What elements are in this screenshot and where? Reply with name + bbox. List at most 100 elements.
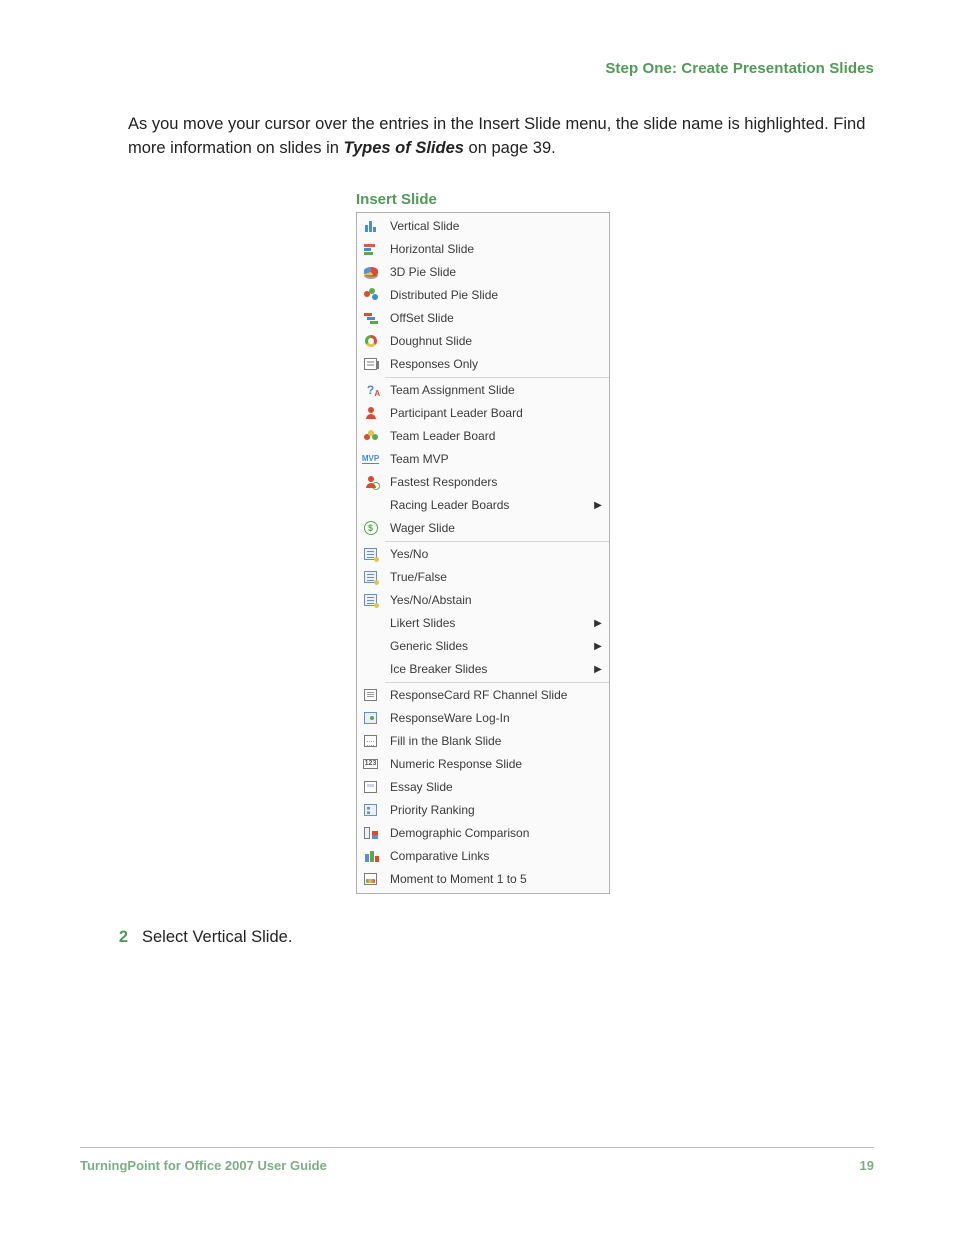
menu-item-responseware-log-in[interactable]: ResponseWare Log-In <box>357 707 609 730</box>
insert-slide-figure: Insert Slide Vertical Slide Horizontal Sl… <box>128 191 728 894</box>
submenu-arrow-icon: ▶ <box>591 641 609 652</box>
menu-item-true-false[interactable]: True/False <box>357 566 609 589</box>
menu-item-moment-to-moment-1-to-5[interactable]: Moment to Moment 1 to 5 <box>357 868 609 891</box>
essay-icon <box>357 781 384 793</box>
document-page: Step One: Create Presentation Slides As … <box>0 0 954 1235</box>
menu-item-label: Essay Slide <box>384 780 609 794</box>
menu-item-label: Team Assignment Slide <box>384 383 609 397</box>
login-icon <box>357 712 384 724</box>
menu-item-label: Team MVP <box>384 452 609 466</box>
menu-item-label: Wager Slide <box>384 521 609 535</box>
menu-item-label: Numeric Response Slide <box>384 757 609 771</box>
step-text: Select Vertical Slide. <box>142 928 292 947</box>
menu-item-yes-no[interactable]: Yes/No <box>357 543 609 566</box>
vbar-icon <box>357 220 384 232</box>
step-number: 2 <box>98 928 142 947</box>
submenu-arrow-icon: ▶ <box>591 618 609 629</box>
mom-icon <box>357 873 384 885</box>
menu-item-label: 3D Pie Slide <box>384 265 609 279</box>
menu-item-label: Generic Slides <box>384 639 591 653</box>
rank-icon <box>357 804 384 816</box>
menu-separator <box>385 682 609 683</box>
hbar-icon <box>357 243 384 255</box>
pleader-icon <box>357 407 384 419</box>
menu-item-likert-slides[interactable]: Likert Slides▶ <box>357 612 609 635</box>
menu-item-yes-no-abstain[interactable]: Yes/No/Abstain <box>357 589 609 612</box>
comp-icon <box>357 850 384 862</box>
menu-item-priority-ranking[interactable]: Priority Ranking <box>357 799 609 822</box>
blank-icon <box>357 735 384 747</box>
menu-item-label: Moment to Moment 1 to 5 <box>384 872 609 886</box>
list-icon <box>357 548 384 560</box>
menu-item-label: Fastest Responders <box>384 475 609 489</box>
donut-icon <box>357 335 384 347</box>
menu-item-label: Comparative Links <box>384 849 609 863</box>
footer-guide-title: TurningPoint for Office 2007 User Guide <box>80 1158 327 1173</box>
menu-item-label: Fill in the Blank Slide <box>384 734 609 748</box>
menu-item-label: Doughnut Slide <box>384 334 609 348</box>
menu-item-team-leader-board[interactable]: Team Leader Board <box>357 425 609 448</box>
menu-item-team-assignment-slide[interactable]: ?Team Assignment Slide <box>357 379 609 402</box>
menu-item-distributed-pie-slide[interactable]: Distributed Pie Slide <box>357 284 609 307</box>
menu-item-label: Distributed Pie Slide <box>384 288 609 302</box>
menu-item-team-mvp[interactable]: MVPTeam MVP <box>357 448 609 471</box>
menu-item-label: Vertical Slide <box>384 219 609 233</box>
card-icon <box>357 689 384 701</box>
menu-item-comparative-links[interactable]: Comparative Links <box>357 845 609 868</box>
intro-paragraph: As you move your cursor over the entries… <box>128 113 874 161</box>
insert-slide-menu: Vertical Slide Horizontal Slide 3D Pie Sli… <box>356 212 610 894</box>
types-of-slides-link[interactable]: Types of Slides <box>344 139 464 157</box>
menu-item-offset-slide[interactable]: OffSet Slide <box>357 307 609 330</box>
fast-icon <box>357 476 384 488</box>
menu-item-label: ResponseCard RF Channel Slide <box>384 688 609 702</box>
intro-text-post: on page 39. <box>469 139 556 157</box>
menu-item-fastest-responders[interactable]: Fastest Responders <box>357 471 609 494</box>
menu-item-label: ResponseWare Log-In <box>384 711 609 725</box>
menu-item-horizontal-slide[interactable]: Horizontal Slide <box>357 238 609 261</box>
list-icon <box>357 571 384 583</box>
insert-slide-title: Insert Slide <box>356 191 728 208</box>
menu-item-vertical-slide[interactable]: Vertical Slide <box>357 215 609 238</box>
menu-item-label: Likert Slides <box>384 616 591 630</box>
pie3d-icon <box>357 267 384 277</box>
menu-item-doughnut-slide[interactable]: Doughnut Slide <box>357 330 609 353</box>
menu-item-essay-slide[interactable]: Essay Slide <box>357 776 609 799</box>
menu-item-3d-pie-slide[interactable]: 3D Pie Slide <box>357 261 609 284</box>
menu-item-wager-slide[interactable]: $Wager Slide <box>357 517 609 540</box>
step-2-row: 2 Select Vertical Slide. <box>98 928 874 947</box>
offset-icon <box>357 312 384 324</box>
submenu-arrow-icon: ▶ <box>591 500 609 511</box>
menu-item-label: Participant Leader Board <box>384 406 609 420</box>
menu-item-label: Team Leader Board <box>384 429 609 443</box>
menu-item-racing-leader-boards[interactable]: Racing Leader Boards▶ <box>357 494 609 517</box>
menu-item-label: Horizontal Slide <box>384 242 609 256</box>
page-footer: TurningPoint for Office 2007 User Guide … <box>80 1147 874 1173</box>
menu-item-ice-breaker-slides[interactable]: Ice Breaker Slides▶ <box>357 658 609 681</box>
menu-item-label: OffSet Slide <box>384 311 609 325</box>
menu-item-label: True/False <box>384 570 609 584</box>
menu-item-numeric-response-slide[interactable]: 123Numeric Response Slide <box>357 753 609 776</box>
menu-item-label: Ice Breaker Slides <box>384 662 591 676</box>
demo-icon <box>357 827 384 839</box>
menu-item-fill-in-the-blank-slide[interactable]: Fill in the Blank Slide <box>357 730 609 753</box>
menu-item-label: Racing Leader Boards <box>384 498 591 512</box>
menu-item-participant-leader-board[interactable]: Participant Leader Board <box>357 402 609 425</box>
page-section-title: Step One: Create Presentation Slides <box>80 60 874 77</box>
menu-item-responses-only[interactable]: Responses Only <box>357 353 609 376</box>
tleader-icon <box>357 430 384 442</box>
menu-separator <box>385 541 609 542</box>
menu-item-generic-slides[interactable]: Generic Slides▶ <box>357 635 609 658</box>
mvp-icon: MVP <box>357 455 384 464</box>
menu-item-responsecard-rf-channel-slide[interactable]: ResponseCard RF Channel Slide <box>357 684 609 707</box>
menu-item-label: Yes/No/Abstain <box>384 593 609 607</box>
menu-item-label: Demographic Comparison <box>384 826 609 840</box>
resp-icon <box>357 358 384 370</box>
qa-icon: ? <box>357 384 384 396</box>
pied-icon <box>357 288 384 302</box>
menu-item-label: Responses Only <box>384 357 609 371</box>
wager-icon: $ <box>357 521 384 535</box>
list-icon <box>357 594 384 606</box>
submenu-arrow-icon: ▶ <box>591 664 609 675</box>
menu-item-label: Priority Ranking <box>384 803 609 817</box>
menu-item-demographic-comparison[interactable]: Demographic Comparison <box>357 822 609 845</box>
